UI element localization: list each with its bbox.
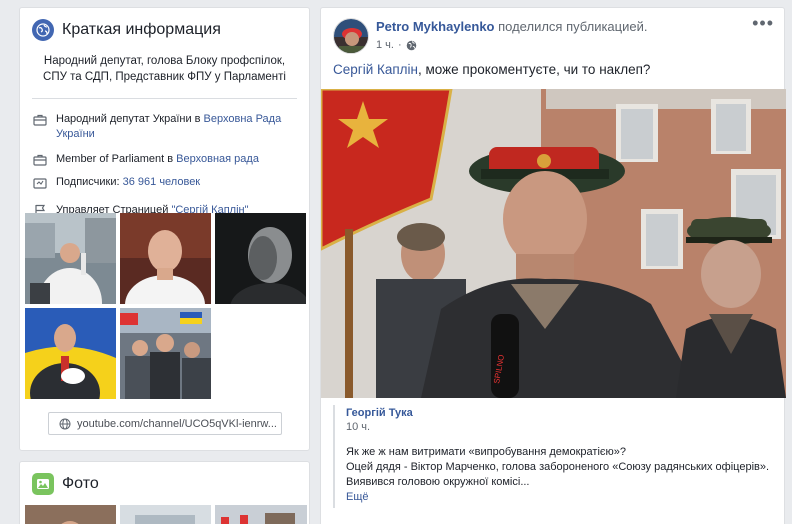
globe-icon [59, 418, 71, 430]
post-options-button[interactable]: ••• [752, 14, 774, 32]
photo-thumb[interactable] [25, 308, 116, 399]
page-info-card: Краткая информация Народний депутат, гол… [19, 7, 310, 451]
photos-card-header: Фото [20, 462, 309, 495]
photos-card: Фото [19, 461, 310, 524]
quoted-line: Виявився головою окружної комісі... [346, 476, 530, 488]
followers-icon [32, 175, 48, 190]
quoted-line: Як же ж нам витримати «випробування демо… [346, 446, 626, 458]
photo-thumb[interactable] [120, 213, 211, 304]
shared-action-text: поделился публикацией. [494, 19, 648, 34]
author-avatar[interactable] [333, 18, 369, 54]
mentioned-profile-link[interactable]: Сергій Каплін [333, 62, 418, 77]
photo-thumb[interactable] [215, 213, 306, 304]
member-text: Member of Parliament в [56, 153, 177, 165]
divider [32, 98, 297, 99]
info-card-title: Краткая информация [62, 21, 221, 38]
photos-strip [25, 505, 307, 524]
briefcase-icon [32, 152, 48, 167]
shared-post: Petro Mykhaylenko поделился публикацией.… [320, 7, 786, 524]
photo-thumb[interactable] [25, 213, 116, 304]
post-image[interactable]: SPILNO [321, 89, 786, 398]
quoted-line: Оцей дядя - Віктор Марченко, голова забо… [346, 461, 770, 473]
author-name-link[interactable]: Petro Mykhaylenko [376, 19, 495, 34]
youtube-url: youtube.com/channel/UCO5qVKl-ienrw... [77, 417, 277, 430]
youtube-link-button[interactable]: youtube.com/channel/UCO5qVKl-ienrw... [48, 412, 282, 435]
info-row-followers: Подписчики: 36 961 человек [20, 175, 309, 190]
briefcase-icon [32, 112, 48, 127]
quoted-author-link[interactable]: Георгій Тука [346, 407, 413, 419]
see-more-link[interactable]: Ещё [346, 491, 369, 503]
globe-icon [32, 19, 54, 41]
info-card-header: Краткая информация [20, 8, 309, 41]
followers-label: Подписчики: [56, 176, 123, 188]
occupation-text: Народний депутат України в [56, 113, 204, 125]
post-message-text: , може прокоментуєте, чи то наклеп? [418, 62, 651, 77]
post-meta: 1 ч. · [376, 39, 417, 51]
photos-card-title: Фото [62, 475, 99, 492]
public-audience-icon[interactable] [406, 40, 417, 51]
separator-dot: · [397, 39, 402, 51]
info-row-occupation: Народний депутат України в Верховна Рада… [20, 112, 309, 142]
photo-thumb[interactable] [120, 308, 211, 399]
info-row-member: Member of Parliament в Верховная рада [20, 152, 309, 167]
quoted-text: Як же ж нам витримати «випробування демо… [346, 445, 774, 505]
verkhovnaya-rada-link[interactable]: Верховная рада [176, 153, 259, 165]
post-timestamp[interactable]: 1 ч. [376, 39, 394, 51]
original-post-quote: Георгій Тука 10 ч. Як же ж нам витримати… [333, 405, 774, 508]
page-summary: Народний депутат, голова Блоку профспіло… [43, 55, 286, 83]
quoted-timestamp[interactable]: 10 ч. [346, 421, 774, 433]
photo-icon [32, 473, 54, 495]
post-message: Сергій Каплін, може прокоментуєте, чи то… [333, 62, 650, 77]
followers-count-link[interactable]: 36 961 человек [123, 176, 201, 188]
